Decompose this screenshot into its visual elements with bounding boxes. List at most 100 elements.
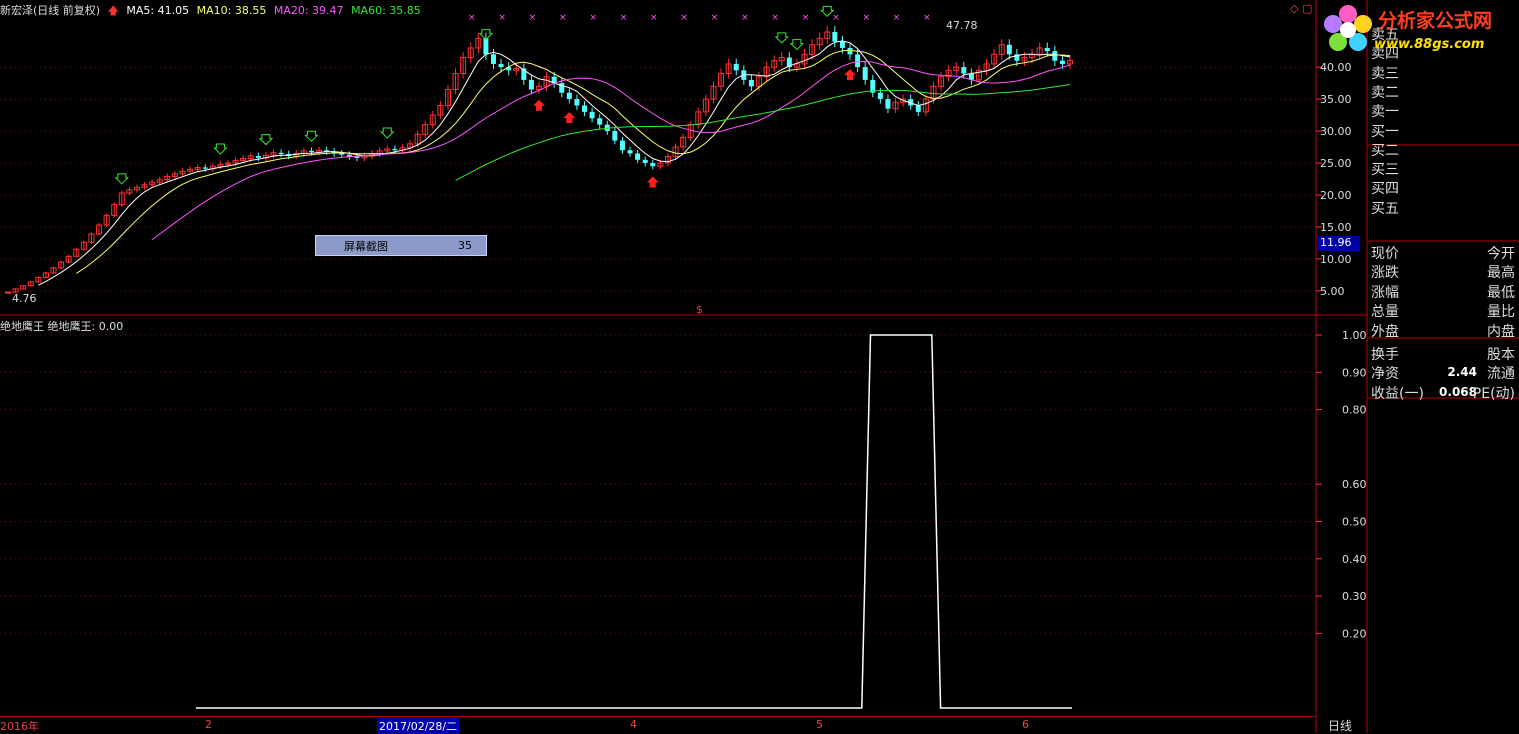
date-label-selected[interactable]: 2017/02/28/二 (377, 718, 460, 734)
kline-and-indicator-chart[interactable]: 40.00 35.00 30.00 25.00 20.00 15.00 10.00 5.00 ×… (0, 0, 1519, 733)
candle-body (748, 79, 754, 87)
quote-label: 外盘 (1371, 323, 1399, 340)
indicator-axis-label: 0.60 (1342, 478, 1367, 491)
candle-body (566, 92, 572, 100)
top-x-marker: × (680, 13, 688, 23)
quote-label-right: 流通 (1487, 366, 1515, 383)
quote-label-right: PE(动) (1472, 385, 1515, 402)
indicator-axis-label: 0.30 (1342, 590, 1367, 603)
candle-body (490, 54, 496, 64)
date-axis[interactable]: 2016年 2 2017/02/28/二 4 5 6 (0, 716, 1316, 734)
candle-body (255, 155, 261, 158)
quote-label: 换手 (1371, 347, 1399, 363)
buy-arrow-icon (533, 99, 545, 111)
sell-arrow-icon (213, 143, 228, 155)
price-axis-label: 40.00 (1320, 61, 1352, 74)
top-x-marker: × (832, 13, 840, 23)
quote-label: 总量 (1371, 304, 1399, 321)
quote-label-right: 股本 (1487, 347, 1515, 363)
sell-arrow-icon (258, 134, 274, 146)
ma20-line (151, 60, 1071, 241)
chart-header: 新宏泽(日线 前复权) 🡅 MA5: 41.05 MA10: 38.55 MA2… (0, 2, 425, 21)
orderbook-label: 买一 (1371, 123, 1399, 140)
candle-body (582, 105, 588, 112)
top-x-marker: × (589, 13, 597, 23)
site-logo: 分析家公式网 www.88gs.com (1318, 0, 1519, 58)
low-label: 4.76 (12, 292, 37, 305)
indicator-axis-label: 0.90 (1342, 366, 1367, 379)
candle-body (278, 152, 284, 155)
ma60-line (455, 83, 1071, 181)
quote-label-right: 最低 (1487, 284, 1515, 301)
candle-body (650, 163, 656, 167)
mid-marker: $ (696, 303, 703, 316)
candle-body (862, 67, 868, 80)
screenshot-value: 35 (458, 239, 472, 252)
price-axis-label: 20.00 (1320, 189, 1352, 202)
ma5-value: MA5: 41.05 (126, 4, 190, 17)
price-axis-label: 10.00 (1320, 253, 1352, 266)
candle-body (589, 111, 595, 119)
candle-body (339, 153, 345, 155)
screenshot-tooltip[interactable]: 屏幕截图 35 (315, 235, 487, 256)
price-axis-label: 30.00 (1320, 125, 1352, 138)
period-tab[interactable]: 日线 (1328, 717, 1352, 734)
candle-body (855, 54, 861, 68)
quote-label-right: 内盘 (1487, 323, 1515, 340)
date-label-apr: 4 (630, 718, 637, 731)
candle-body (202, 167, 208, 169)
sell-arrow-icon (114, 173, 129, 185)
buy-arrow-icon (563, 112, 576, 124)
candle-body (832, 31, 838, 42)
ma60-value: MA60: 35.85 (351, 4, 421, 17)
quote-label-right: 今开 (1487, 246, 1515, 262)
quote-value: 0.068 (1439, 384, 1477, 399)
quote-label: 涨跌 (1371, 265, 1399, 282)
candle-body (308, 150, 314, 153)
ma20-value: MA20: 39.47 (273, 4, 344, 17)
flower-logo-icon (1324, 5, 1372, 51)
quote-value: 2.44 (1447, 365, 1477, 380)
quote-label: 涨幅 (1371, 284, 1399, 301)
candle-body (528, 79, 534, 90)
orderbook-label: 卖三 (1371, 65, 1399, 82)
diamond-icon[interactable]: ◇ (1290, 2, 1298, 15)
candle-body (961, 67, 967, 74)
orderbook-label: 卖二 (1371, 84, 1399, 101)
sell-arrow-icon (380, 127, 395, 139)
ma10-line (76, 49, 1071, 274)
logo-name: 分析家公式网 (1378, 10, 1493, 32)
date-label-feb: 2 (205, 718, 212, 731)
candle-body (5, 291, 11, 294)
top-x-marker: × (893, 13, 901, 23)
indicator-axis-label: 0.20 (1342, 627, 1367, 640)
window-controls[interactable]: ◇ ▢ (1290, 2, 1312, 15)
top-x-marker: × (529, 13, 537, 23)
candle-body (1052, 51, 1058, 61)
sell-arrow-icon (774, 32, 789, 44)
top-x-marker: × (620, 13, 628, 23)
sell-arrow-icon (789, 39, 805, 51)
quote-label: 净资 (1371, 366, 1399, 383)
candle-body (597, 118, 603, 125)
quote-label-right: 最高 (1487, 265, 1515, 282)
candle-body (1044, 47, 1050, 52)
buy-arrow-icon (646, 176, 659, 188)
orderbook-label: 买五 (1371, 200, 1399, 217)
indicator-header: 绝地鹰王 绝地鹰王: 0.00 (0, 318, 123, 334)
restore-icon[interactable]: ▢ (1302, 2, 1312, 15)
candle-body (392, 148, 398, 151)
ma10-value: MA10: 38.55 (196, 4, 267, 17)
top-x-marker: × (711, 13, 719, 23)
stock-title: 新宏泽(日线 前复权) (0, 4, 101, 17)
sell-arrow-icon (304, 130, 319, 143)
top-x-marker: × (498, 13, 506, 23)
quote-label-right: 量比 (1487, 304, 1515, 321)
orderbook-label: 买二 (1371, 142, 1399, 159)
top-x-marker: × (771, 13, 779, 23)
date-label-year: 2016年 (0, 720, 39, 733)
screenshot-label: 屏幕截图 (344, 239, 388, 253)
top-x-marker: × (802, 13, 810, 23)
orderbook-label: 买三 (1371, 162, 1399, 179)
indicator-axis-label: 0.40 (1342, 553, 1367, 566)
